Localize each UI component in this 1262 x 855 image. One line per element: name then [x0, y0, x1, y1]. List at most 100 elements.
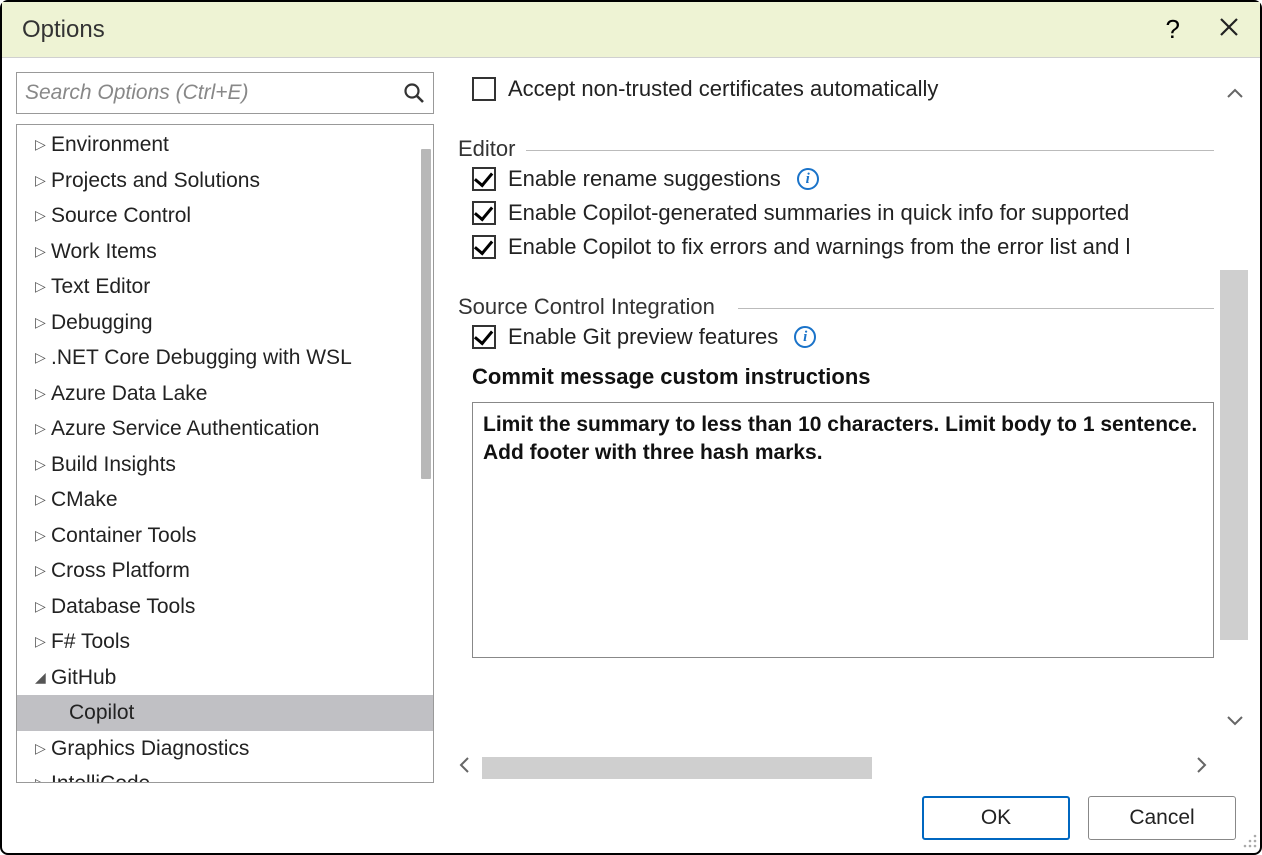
- info-icon[interactable]: i: [794, 326, 816, 348]
- commit-instructions-heading: Commit message custom instructions: [458, 354, 1214, 396]
- tree-item[interactable]: ▷Text Editor: [17, 269, 433, 305]
- tree-item[interactable]: ▷Database Tools: [17, 589, 433, 625]
- caret-collapsed-icon: ▷: [35, 276, 51, 297]
- checkbox-label: Enable rename suggestions: [508, 166, 781, 192]
- caret-collapsed-icon: ▷: [35, 454, 51, 475]
- tree-item[interactable]: ▷IntelliCode: [17, 766, 433, 782]
- tree-item[interactable]: ▷Cross Platform: [17, 553, 433, 589]
- caret-collapsed-icon: ▷: [35, 489, 51, 510]
- titlebar: Options ?: [2, 2, 1260, 58]
- scroll-up-icon[interactable]: [1226, 84, 1244, 105]
- tree-item[interactable]: ▷Source Control: [17, 198, 433, 234]
- caret-collapsed-icon: ▷: [35, 596, 51, 617]
- checkbox-label: Enable Git preview features: [508, 324, 778, 350]
- tree-item-label: Azure Service Authentication: [51, 413, 320, 445]
- tree-item-label: Container Tools: [51, 520, 197, 552]
- tree-item-label: F# Tools: [51, 626, 130, 658]
- checkbox-label: Enable Copilot to fix errors and warning…: [508, 234, 1130, 260]
- commit-instructions-textarea[interactable]: Limit the summary to less than 10 charac…: [472, 402, 1214, 658]
- tree-item-label: Work Items: [51, 236, 157, 268]
- checkbox-icon: [472, 201, 496, 225]
- editor-option-checkbox[interactable]: Enable Copilot-generated summaries in qu…: [458, 196, 1214, 230]
- dialog-footer: OK Cancel: [2, 783, 1260, 853]
- tree-item[interactable]: ▷Container Tools: [17, 518, 433, 554]
- tree-item[interactable]: ▷Azure Service Authentication: [17, 411, 433, 447]
- checkbox-icon: [472, 77, 496, 101]
- titlebar-controls: ?: [1166, 14, 1240, 45]
- caret-collapsed-icon: ▷: [35, 134, 51, 155]
- caret-collapsed-icon: ▷: [35, 773, 51, 782]
- tree-item[interactable]: ▷Work Items: [17, 234, 433, 270]
- tree-item[interactable]: ▷Graphics Diagnostics: [17, 731, 433, 767]
- tree-item-label: Database Tools: [51, 591, 195, 623]
- tree-item[interactable]: ▷Debugging: [17, 305, 433, 341]
- search-input[interactable]: [25, 81, 403, 105]
- options-tree: ▷Environment▷Projects and Solutions▷Sour…: [16, 124, 434, 783]
- caret-collapsed-icon: ▷: [35, 205, 51, 226]
- editor-option-checkbox[interactable]: Enable rename suggestions i: [458, 162, 1214, 196]
- caret-collapsed-icon: ▷: [35, 560, 51, 581]
- tree-item[interactable]: ▷Azure Data Lake: [17, 376, 433, 412]
- caret-collapsed-icon: ▷: [35, 525, 51, 546]
- checkbox-icon: [472, 235, 496, 259]
- group-title-scm: Source Control Integration: [458, 294, 723, 320]
- caret-collapsed-icon: ▷: [35, 738, 51, 759]
- caret-expanded-icon: ◢: [35, 667, 51, 688]
- caret-collapsed-icon: ▷: [35, 383, 51, 404]
- tree-item-label: Text Editor: [51, 271, 150, 303]
- horizontal-scrollbar: [448, 753, 1214, 783]
- tree-item-label: Azure Data Lake: [51, 378, 207, 410]
- tree-item[interactable]: ▷CMake: [17, 482, 433, 518]
- info-icon[interactable]: i: [797, 168, 819, 190]
- checkbox-label: Enable Copilot-generated summaries in qu…: [508, 200, 1129, 226]
- hscroll-track[interactable]: [482, 757, 1184, 779]
- caret-collapsed-icon: ▷: [35, 631, 51, 652]
- search-icon[interactable]: [403, 82, 425, 104]
- tree-item-label: Copilot: [69, 697, 134, 729]
- tree-item[interactable]: ▷F# Tools: [17, 624, 433, 660]
- close-icon[interactable]: [1218, 14, 1240, 45]
- scroll-right-icon[interactable]: [1190, 756, 1214, 780]
- tree-item-label: IntelliCode: [51, 768, 150, 782]
- scroll-down-icon[interactable]: [1226, 712, 1244, 733]
- caret-collapsed-icon: ▷: [35, 170, 51, 191]
- tree-item-label: Graphics Diagnostics: [51, 733, 249, 765]
- hscroll-thumb[interactable]: [482, 757, 872, 779]
- caret-collapsed-icon: ▷: [35, 312, 51, 333]
- tree-item-label: GitHub: [51, 662, 116, 694]
- settings-pane: Accept non-trusted certificates automati…: [448, 72, 1250, 783]
- tree-item-label: CMake: [51, 484, 118, 516]
- checkbox-icon: [472, 325, 496, 349]
- cancel-button[interactable]: Cancel: [1088, 796, 1236, 840]
- tree-item[interactable]: ▷.NET Core Debugging with WSL: [17, 340, 433, 376]
- tree-item-label: Environment: [51, 129, 169, 161]
- left-pane: ▷Environment▷Projects and Solutions▷Sour…: [16, 72, 434, 783]
- caret-collapsed-icon: ▷: [35, 418, 51, 439]
- enable-git-preview-checkbox[interactable]: Enable Git preview features i: [458, 320, 1214, 354]
- vertical-scrollbar-thumb[interactable]: [1220, 270, 1248, 640]
- tree-item[interactable]: ▷Projects and Solutions: [17, 163, 433, 199]
- tree-item[interactable]: ▷Build Insights: [17, 447, 433, 483]
- tree-item[interactable]: Copilot: [17, 695, 433, 731]
- editor-option-checkbox[interactable]: Enable Copilot to fix errors and warning…: [458, 230, 1214, 264]
- tree-scrollbar-thumb[interactable]: [421, 149, 431, 479]
- tree-item-label: Source Control: [51, 200, 191, 232]
- tree-item-label: .NET Core Debugging with WSL: [51, 342, 352, 374]
- editor-group: Editor Enable rename suggestionsiEnable …: [458, 136, 1214, 264]
- tree-item-label: Projects and Solutions: [51, 165, 260, 197]
- accept-non-trusted-certs-checkbox[interactable]: Accept non-trusted certificates automati…: [458, 72, 1214, 106]
- scroll-left-icon[interactable]: [452, 756, 476, 780]
- help-icon[interactable]: ?: [1166, 14, 1180, 45]
- tree-item[interactable]: ◢GitHub: [17, 660, 433, 696]
- tree-item-label: Cross Platform: [51, 555, 190, 587]
- caret-collapsed-icon: ▷: [35, 241, 51, 262]
- caret-collapsed-icon: ▷: [35, 347, 51, 368]
- tree-item[interactable]: ▷Environment: [17, 127, 433, 163]
- ok-button[interactable]: OK: [922, 796, 1070, 840]
- window-title: Options: [22, 16, 105, 44]
- tree-item-label: Build Insights: [51, 449, 176, 481]
- checkbox-icon: [472, 167, 496, 191]
- resize-grip-icon[interactable]: [1240, 833, 1258, 851]
- checkbox-label: Accept non-trusted certificates automati…: [508, 76, 938, 102]
- search-box[interactable]: [16, 72, 434, 114]
